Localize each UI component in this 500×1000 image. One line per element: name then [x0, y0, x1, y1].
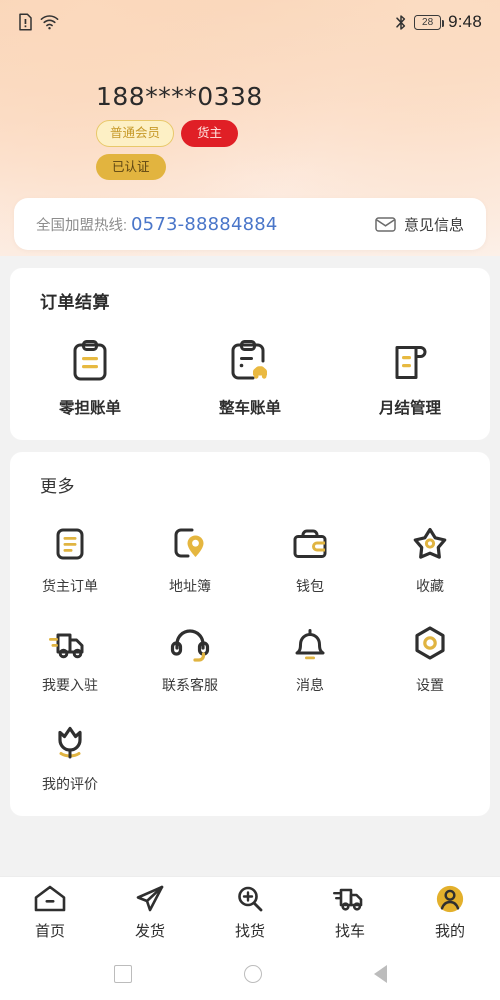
- wallet-icon: [290, 521, 330, 565]
- more-item-label: 我要入驻: [42, 677, 98, 693]
- badge-group: 普通会员 货主 已认证: [96, 120, 281, 180]
- feedback-button[interactable]: 意见信息: [375, 214, 464, 235]
- more-item-join[interactable]: 我要入驻: [10, 596, 130, 695]
- more-item-label: 设置: [416, 677, 444, 693]
- settlement-item-monthly[interactable]: 月结管理: [330, 313, 490, 418]
- settlement-grid: 零担账单 整车账单 月结管理: [10, 313, 490, 418]
- more-item-owner-orders[interactable]: 货主订单: [10, 497, 130, 596]
- tab-home[interactable]: 首页: [0, 884, 100, 941]
- system-nav-bar: [0, 948, 500, 1000]
- hotline-card: 全国加盟热线: 0573-88884884 意见信息: [14, 198, 486, 250]
- bell-icon: [290, 620, 330, 664]
- battery-indicator: 28: [414, 14, 445, 30]
- more-item-settings[interactable]: 设置: [370, 596, 490, 695]
- profile-info: 188****0338 普通会员 货主 已认证: [0, 44, 500, 180]
- clipboard-icon: [70, 339, 110, 383]
- tab-find-goods[interactable]: 找货: [200, 884, 300, 941]
- more-item-label: 钱包: [296, 578, 324, 594]
- address-pin-icon: [170, 521, 210, 565]
- status-bar: 28 9:48: [0, 0, 500, 44]
- tab-profile[interactable]: 我的: [400, 884, 500, 941]
- content-scroll[interactable]: 订单结算 零担账单 整车账单 月结管理 更多 货主订单 地址簿 钱包 收藏 我要…: [0, 256, 500, 876]
- envelope-icon: [375, 216, 396, 232]
- triangle-back-icon[interactable]: [373, 965, 387, 983]
- tab-label: 我的: [434, 923, 465, 940]
- search-plus-icon: [234, 884, 266, 914]
- tab-send[interactable]: 发货: [100, 884, 200, 941]
- badge-owner[interactable]: 货主: [181, 120, 239, 147]
- settlement-title: 订单结算: [40, 293, 110, 312]
- tab-label: 发货: [134, 923, 165, 940]
- badge-verified[interactable]: 已认证: [96, 153, 166, 180]
- hotline-label: 全国加盟热线:: [36, 217, 128, 234]
- status-bar-left: [18, 13, 59, 31]
- flower-icon: [50, 719, 90, 763]
- more-item-label: 消息: [296, 677, 324, 693]
- square-icon[interactable]: [113, 965, 132, 983]
- phone-number: 188****0338: [96, 82, 263, 111]
- tab-label: 找车: [334, 923, 365, 940]
- settlement-item-truck-bill[interactable]: 整车账单: [170, 313, 330, 418]
- app-screen: 28 9:48 188****0338 普通会员 货主 已认证 全国加盟热线: …: [0, 0, 500, 1000]
- settlement-item-label: 整车账单: [218, 400, 281, 417]
- bottom-tab-bar: 首页 发货 找货 找车 我的: [0, 876, 500, 948]
- more-card: 更多 货主订单 地址簿 钱包 收藏 我要入驻 联系客服 消息 设置 我的评价: [10, 452, 490, 816]
- headset-icon: [169, 620, 211, 664]
- tab-label: 找货: [234, 923, 265, 940]
- more-item-favorites[interactable]: 收藏: [370, 497, 490, 596]
- settlement-item-label: 零担账单: [58, 400, 121, 417]
- settlement-card: 订单结算 零担账单 整车账单 月结管理: [10, 268, 490, 440]
- more-item-label: 我的评价: [42, 776, 98, 792]
- tab-label: 首页: [34, 923, 65, 940]
- hex-gear-icon: [410, 620, 450, 664]
- more-item-label: 联系客服: [162, 677, 218, 693]
- more-item-support[interactable]: 联系客服: [130, 596, 250, 695]
- more-item-messages[interactable]: 消息: [250, 596, 370, 695]
- user-circle-icon: [434, 884, 466, 914]
- more-item-label: 货主订单: [42, 578, 98, 594]
- settlement-item-ltl-bill[interactable]: 零担账单: [10, 313, 170, 418]
- more-grid: 货主订单 地址簿 钱包 收藏 我要入驻 联系客服 消息 设置 我的评价: [10, 497, 490, 794]
- more-title: 更多: [40, 477, 75, 496]
- order-list-icon: [51, 521, 89, 565]
- clock: 9:48: [448, 12, 482, 31]
- more-item-label: 收藏: [416, 578, 444, 594]
- feedback-label: 意见信息: [403, 216, 464, 234]
- star-icon: [409, 521, 451, 565]
- more-item-my-reviews[interactable]: 我的评价: [10, 695, 130, 794]
- battery-level: 28: [422, 16, 434, 28]
- more-item-wallet[interactable]: 钱包: [250, 497, 370, 596]
- wifi-icon: [40, 14, 59, 30]
- status-bar-right: 28 9:48: [395, 12, 482, 32]
- home-icon: [33, 884, 67, 914]
- document-curl-icon: [389, 339, 431, 383]
- more-item-label: 地址簿: [169, 578, 211, 594]
- badge-member[interactable]: 普通会员: [96, 120, 175, 147]
- send-icon: [134, 884, 166, 914]
- truck-find-icon: [332, 884, 368, 914]
- clipboard-car-icon: [228, 339, 272, 383]
- tab-find-truck[interactable]: 找车: [300, 884, 400, 941]
- truck-icon: [48, 620, 92, 664]
- profile-header: 28 9:48 188****0338 普通会员 货主 已认证 全国加盟热线: …: [0, 0, 500, 256]
- circle-icon[interactable]: [243, 965, 262, 983]
- settlement-item-label: 月结管理: [378, 400, 441, 417]
- sim-warning-icon: [18, 13, 33, 31]
- hotline-number[interactable]: 0573-88884884: [131, 214, 278, 235]
- bluetooth-icon: [395, 14, 407, 31]
- more-item-address-book[interactable]: 地址簿: [130, 497, 250, 596]
